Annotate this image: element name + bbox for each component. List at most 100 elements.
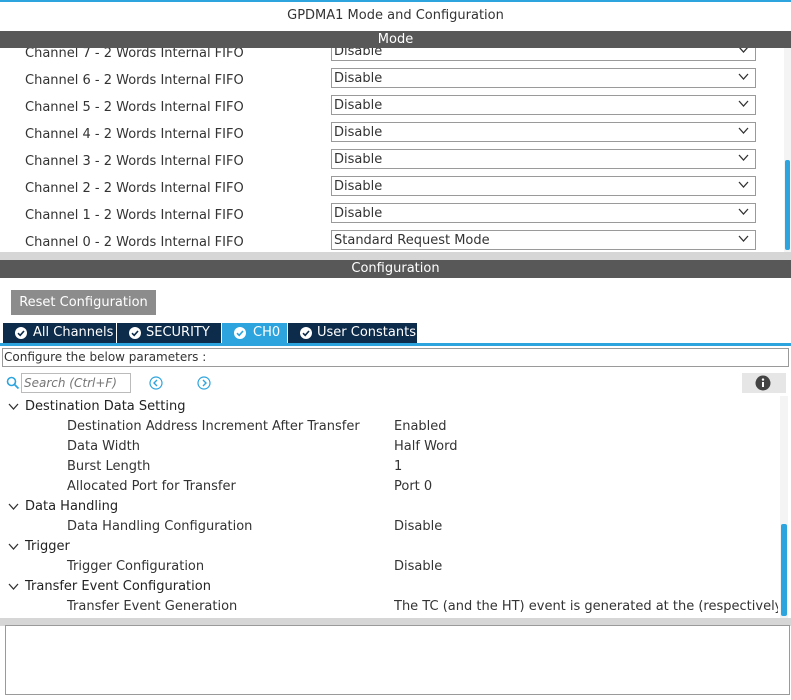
- tab-security[interactable]: SECURITY: [117, 323, 222, 343]
- info-button[interactable]: [742, 373, 786, 393]
- channel-3-select[interactable]: Disable: [331, 149, 756, 169]
- mode-row-channel-7: Channel 7 - 2 Words Internal FIFO Disabl…: [0, 48, 780, 68]
- chevron-down-icon[interactable]: [8, 583, 19, 591]
- mode-panel: Channel 7 - 2 Words Internal FIFO Disabl…: [0, 48, 791, 252]
- channel-label: Channel 0 - 2 Words Internal FIFO: [25, 235, 244, 250]
- param-name: Allocated Port for Transfer: [67, 479, 236, 494]
- tab-user-constants[interactable]: User Constants: [288, 323, 418, 343]
- parameters-instruction: Configure the below parameters :: [2, 348, 789, 367]
- chevron-down-icon: [739, 48, 748, 53]
- mode-row-channel-5: Channel 5 - 2 Words Internal FIFO Disabl…: [0, 95, 780, 122]
- mode-row-channel-4: Channel 4 - 2 Words Internal FIFO Disabl…: [0, 122, 780, 149]
- arrow-right-circle-icon[interactable]: [197, 376, 211, 390]
- mode-scrollbar-thumb[interactable]: [785, 160, 790, 250]
- category-label: Destination Data Setting: [25, 399, 186, 414]
- check-circle-icon: [234, 327, 246, 339]
- tree-param-row[interactable]: Data Handling Configuration Disable: [0, 516, 780, 536]
- mode-header: Mode: [0, 31, 791, 48]
- tree-param-row[interactable]: Data Width Half Word: [0, 436, 780, 456]
- tab-ch0[interactable]: CH0: [222, 323, 288, 343]
- chevron-down-icon[interactable]: [8, 503, 19, 511]
- tree-param-row[interactable]: Allocated Port for Transfer Port 0: [0, 476, 780, 496]
- search-icon: [6, 376, 20, 390]
- arrow-left-circle-icon[interactable]: [149, 376, 163, 390]
- select-value: Disable: [334, 125, 383, 140]
- channel-label: Channel 4 - 2 Words Internal FIFO: [25, 127, 244, 142]
- param-name: Data Width: [67, 439, 140, 454]
- mode-scrollbar[interactable]: [784, 48, 791, 252]
- param-value[interactable]: Disable: [394, 559, 442, 574]
- param-value[interactable]: Enabled: [394, 419, 447, 434]
- info-icon: [755, 375, 771, 391]
- mode-row-channel-0: Channel 0 - 2 Words Internal FIFO Standa…: [0, 230, 780, 252]
- tab-label: CH0: [253, 325, 281, 340]
- channel-label: Channel 1 - 2 Words Internal FIFO: [25, 208, 244, 223]
- mode-horizontal-scrollbar[interactable]: [0, 252, 791, 260]
- channel-label: Channel 3 - 2 Words Internal FIFO: [25, 154, 244, 169]
- param-name: Burst Length: [67, 459, 151, 474]
- tree-scrollbar[interactable]: [780, 396, 788, 618]
- tab-label: User Constants: [317, 325, 416, 340]
- mode-row-channel-6: Channel 6 - 2 Words Internal FIFO Disabl…: [0, 68, 780, 95]
- tree-param-row[interactable]: Trigger Configuration Disable: [0, 556, 780, 576]
- tab-label: All Channels: [33, 325, 114, 340]
- channel-label: Channel 7 - 2 Words Internal FIFO: [25, 48, 244, 61]
- param-value[interactable]: 1: [394, 459, 402, 474]
- select-value: Disable: [334, 152, 383, 167]
- chevron-down-icon: [738, 127, 749, 134]
- chevron-down-icon: [738, 154, 749, 161]
- check-circle-icon: [15, 327, 27, 339]
- search-input[interactable]: [24, 375, 128, 391]
- check-circle-icon: [129, 327, 141, 339]
- tree-param-row[interactable]: Burst Length 1: [0, 456, 780, 476]
- reset-configuration-button[interactable]: Reset Configuration: [11, 290, 156, 315]
- category-label: Transfer Event Configuration: [25, 579, 211, 594]
- search-field[interactable]: [21, 373, 131, 393]
- tree-category-transfer-event-configuration[interactable]: Transfer Event Configuration: [0, 576, 780, 596]
- tab-label: SECURITY: [146, 325, 210, 340]
- channel-6-select[interactable]: Disable: [331, 68, 756, 88]
- tree-param-row[interactable]: Transfer Event Generation The TC (and th…: [0, 596, 780, 616]
- param-name: Destination Address Increment After Tran…: [67, 419, 360, 434]
- param-value[interactable]: Disable: [394, 519, 442, 534]
- chevron-down-icon: [738, 208, 749, 215]
- category-label: Trigger: [25, 539, 70, 554]
- tab-all-channels[interactable]: All Channels: [3, 323, 117, 343]
- param-name: Transfer Event Generation: [67, 599, 238, 614]
- param-value[interactable]: Port 0: [394, 479, 432, 494]
- select-value: Disable: [334, 48, 383, 59]
- channel-4-select[interactable]: Disable: [331, 122, 756, 142]
- configuration-header: Configuration: [0, 260, 791, 278]
- chevron-down-icon: [738, 73, 749, 80]
- tree-category-data-handling[interactable]: Data Handling: [0, 496, 780, 516]
- category-label: Data Handling: [25, 499, 119, 514]
- tree-category-trigger[interactable]: Trigger: [0, 536, 780, 556]
- channel-label: Channel 2 - 2 Words Internal FIFO: [25, 181, 244, 196]
- mode-row-channel-1: Channel 1 - 2 Words Internal FIFO Disabl…: [0, 203, 780, 230]
- tree-param-row[interactable]: Destination Address Increment After Tran…: [0, 416, 780, 436]
- description-panel: [5, 625, 790, 695]
- chevron-down-icon[interactable]: [8, 403, 19, 411]
- mode-row-channel-3: Channel 3 - 2 Words Internal FIFO Disabl…: [0, 149, 780, 176]
- parameter-tree: Destination Data Setting Destination Add…: [0, 396, 780, 618]
- channel-label: Channel 6 - 2 Words Internal FIFO: [25, 73, 244, 88]
- channel-5-select[interactable]: Disable: [331, 95, 756, 115]
- channel-2-select[interactable]: Disable: [331, 176, 756, 196]
- channel-label: Channel 5 - 2 Words Internal FIFO: [25, 100, 244, 115]
- channel-0-select[interactable]: Standard Request Mode: [331, 230, 756, 250]
- chevron-down-icon: [738, 181, 749, 188]
- select-value: Disable: [334, 98, 383, 113]
- chevron-down-icon: [738, 100, 749, 107]
- tree-category-destination-data-setting[interactable]: Destination Data Setting: [0, 396, 780, 416]
- select-value: Standard Request Mode: [334, 233, 490, 248]
- channel-7-select[interactable]: Disable: [331, 48, 756, 61]
- chevron-down-icon[interactable]: [8, 543, 19, 551]
- param-name: Trigger Configuration: [67, 559, 205, 574]
- chevron-down-icon: [738, 235, 749, 242]
- tree-scrollbar-thumb[interactable]: [781, 524, 787, 616]
- param-value[interactable]: Half Word: [394, 439, 457, 454]
- select-value: Disable: [334, 179, 383, 194]
- channel-1-select[interactable]: Disable: [331, 203, 756, 223]
- instruction-text: Configure the below parameters :: [4, 350, 207, 364]
- param-value[interactable]: The TC (and the HT) event is generated a…: [394, 599, 778, 614]
